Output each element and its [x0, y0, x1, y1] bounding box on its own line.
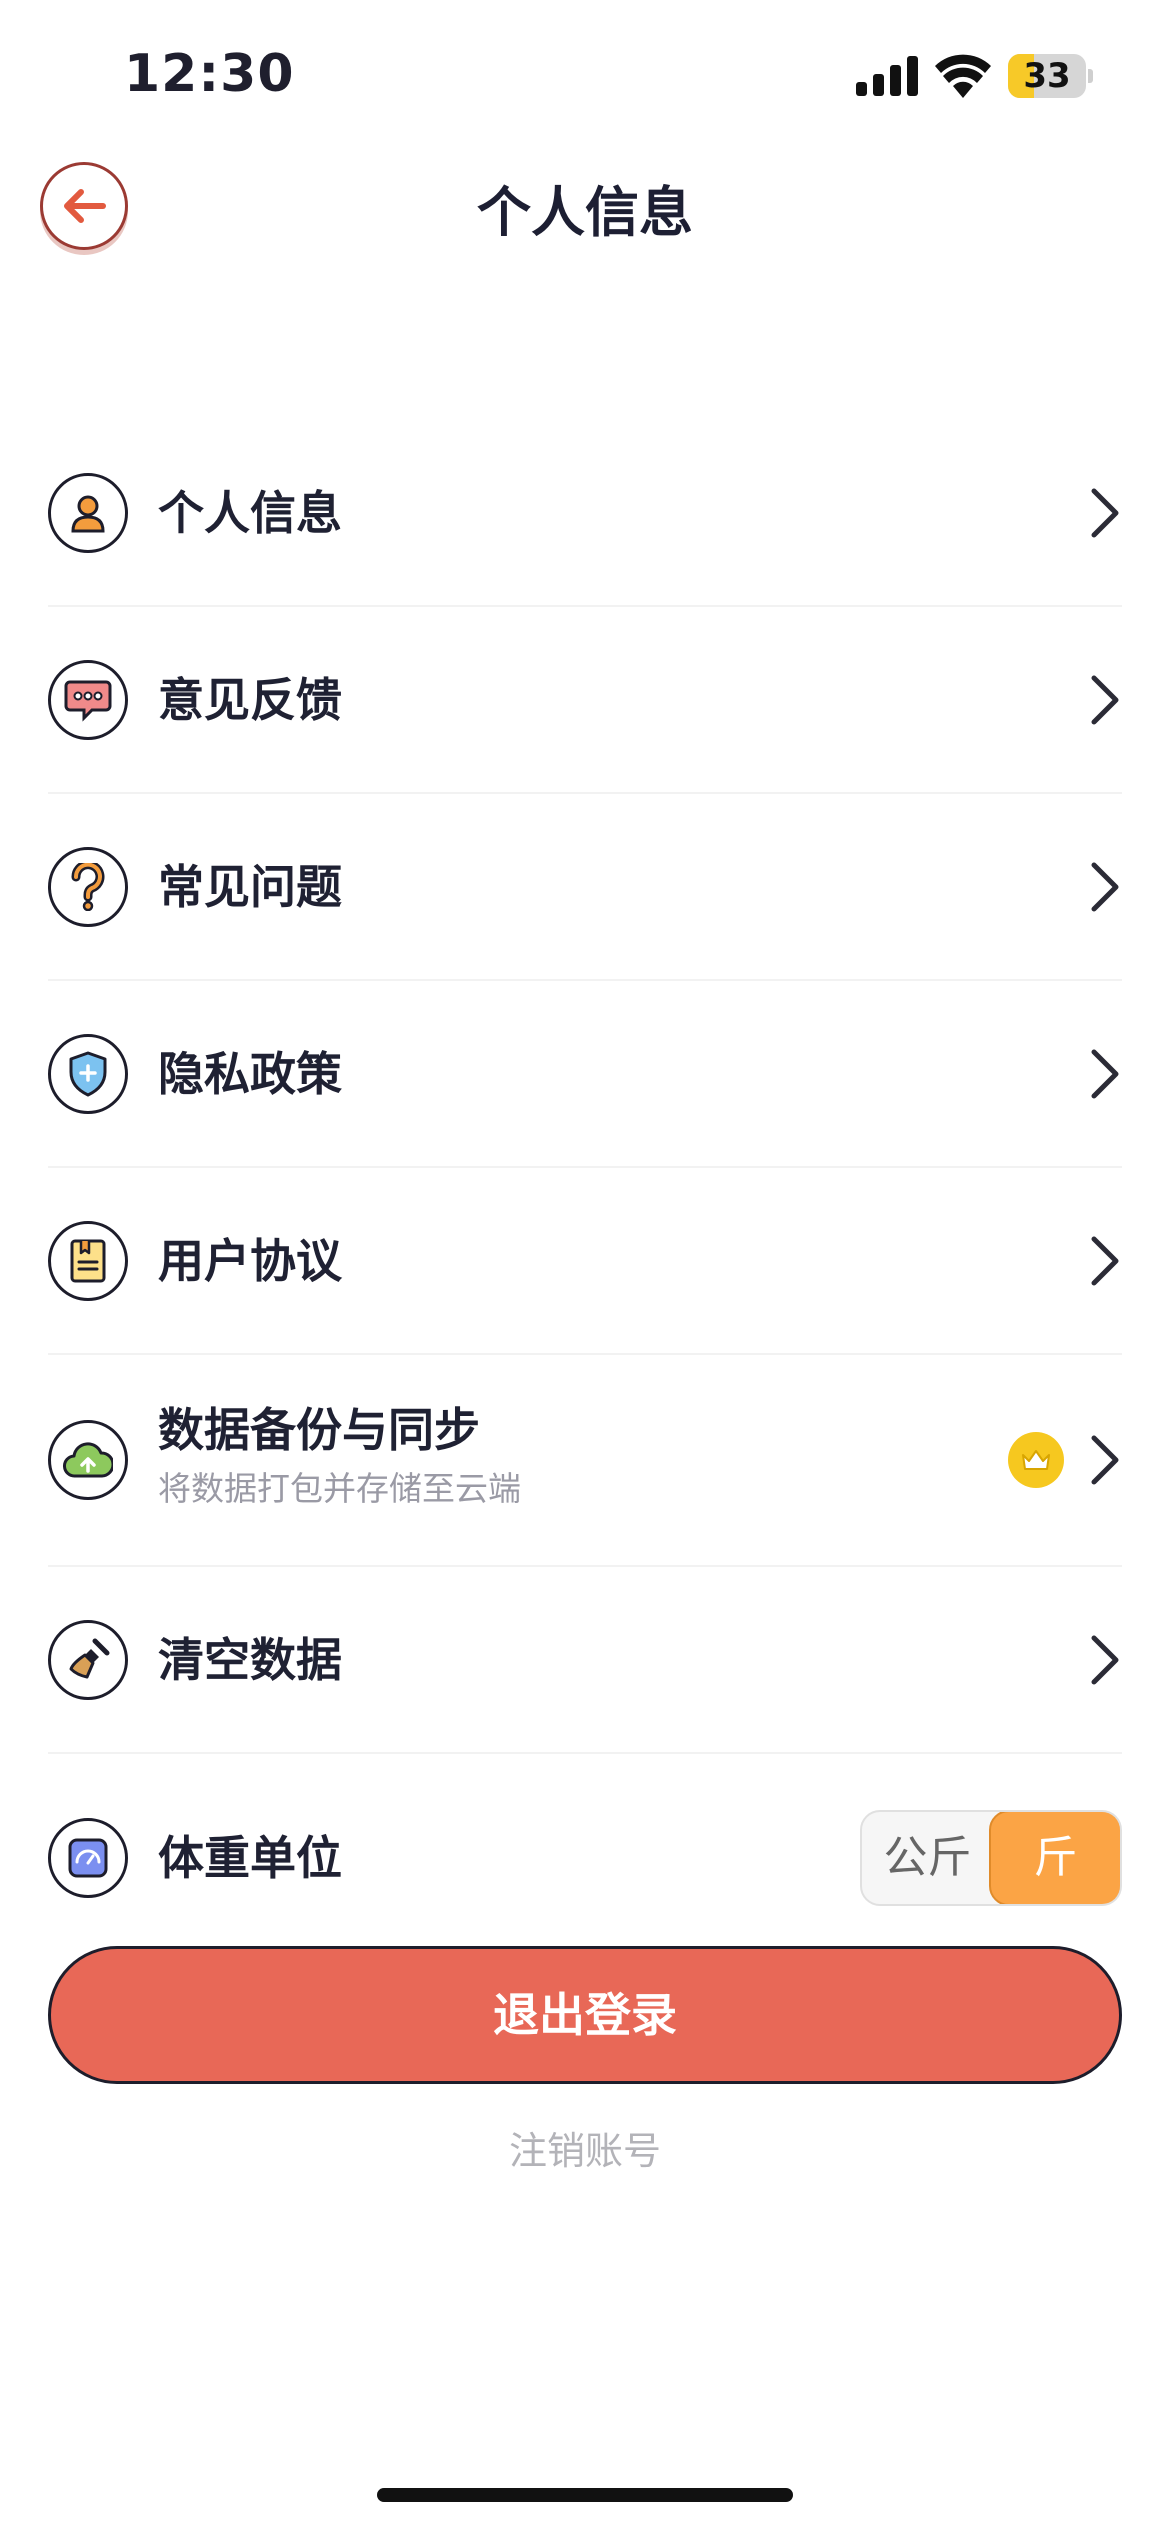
cloud-upload-icon — [48, 1420, 128, 1500]
battery-level: 33 — [1023, 56, 1071, 96]
delete-account-link[interactable]: 注销账号 — [0, 2120, 1170, 2175]
chevron-right-icon — [1091, 862, 1119, 911]
crown-icon — [1008, 1432, 1064, 1488]
user-icon — [48, 472, 128, 553]
settings-menu: 个人信息 意见反馈 常见问题 隐私政策 用户协议 数据备份与同步 将数据打包并存… — [48, 420, 1122, 1961]
settings-screen: 12:30 33 个人信息 个人信息 意见反馈 常见问题 隐私政策 用户协议 数… — [0, 0, 1170, 2532]
shield-icon — [48, 1033, 128, 1114]
scale-icon — [48, 1817, 128, 1898]
menu-item-clear-data[interactable]: 清空数据 — [48, 1567, 1122, 1754]
chat-bubble-icon — [48, 659, 128, 740]
logout-button[interactable]: 退出登录 — [48, 1946, 1122, 2084]
menu-item-label: 数据备份与同步 — [158, 1403, 480, 1457]
question-icon — [48, 846, 128, 927]
signal-icon — [856, 56, 918, 96]
chevron-right-icon — [1091, 1049, 1119, 1098]
chevron-right-icon — [1091, 1236, 1119, 1285]
status-bar: 12:30 33 — [0, 0, 1170, 150]
status-time: 12:30 — [124, 44, 295, 104]
menu-item-privacy-policy[interactable]: 隐私政策 — [48, 981, 1122, 1168]
menu-item-faq[interactable]: 常见问题 — [48, 794, 1122, 981]
chevron-right-icon — [1091, 1635, 1119, 1684]
menu-item-label: 体重单位 — [158, 1830, 342, 1885]
page-title: 个人信息 — [477, 181, 693, 244]
menu-item-label: 常见问题 — [158, 859, 342, 914]
menu-item-label: 个人信息 — [158, 485, 342, 540]
chevron-right-icon — [1091, 675, 1119, 724]
menu-item-label: 清空数据 — [158, 1632, 342, 1687]
menu-item-label: 意见反馈 — [158, 672, 342, 727]
menu-item-label: 隐私政策 — [158, 1046, 342, 1101]
chevron-right-icon — [1091, 488, 1119, 537]
chevron-right-icon — [1091, 1435, 1119, 1485]
document-icon — [48, 1220, 128, 1301]
unit-option-kg[interactable]: 公斤 — [862, 1812, 993, 1904]
menu-item-data-backup[interactable]: 数据备份与同步 将数据打包并存储至云端 — [48, 1355, 1122, 1567]
menu-item-user-agreement[interactable]: 用户协议 — [48, 1168, 1122, 1355]
wifi-icon — [935, 54, 991, 98]
menu-item-feedback[interactable]: 意见反馈 — [48, 607, 1122, 794]
menu-item-label: 用户协议 — [158, 1233, 342, 1288]
menu-item-subtitle: 将数据打包并存储至云端 — [158, 1469, 521, 1508]
unit-option-jin[interactable]: 斤 — [989, 1811, 1120, 1904]
battery-indicator: 33 — [1008, 54, 1093, 98]
home-indicator — [377, 2488, 793, 2502]
menu-item-weight-unit: 体重单位 公斤 斤 — [48, 1754, 1122, 1961]
weight-unit-toggle[interactable]: 公斤 斤 — [860, 1809, 1122, 1906]
menu-item-personal-info[interactable]: 个人信息 — [48, 420, 1122, 607]
broom-icon — [48, 1619, 128, 1700]
